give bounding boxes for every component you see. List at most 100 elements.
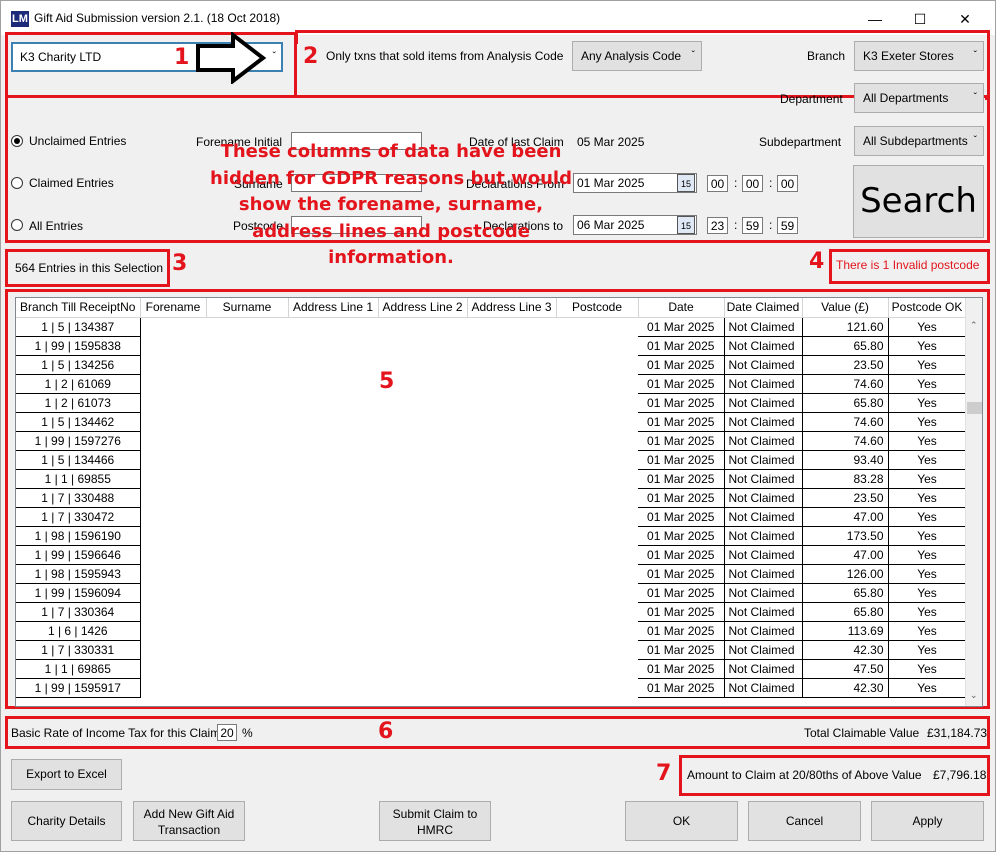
table-row[interactable]: 1 | 99 | 1595838 01 Mar 2025 Not Claimed 65…: [16, 336, 967, 356]
column-header[interactable]: Date: [638, 298, 725, 318]
radio-unclaimed[interactable]: [11, 135, 23, 147]
search-button[interactable]: Search: [853, 165, 984, 238]
chevron-down-icon[interactable]: ⌄: [970, 690, 978, 701]
maximize-icon[interactable]: ☐: [898, 7, 942, 31]
column-header[interactable]: Surname: [206, 298, 289, 318]
tax-rate-input[interactable]: 20: [217, 724, 237, 741]
table-row[interactable]: 1 | 2 | 61069 01 Mar 2025 Not Claimed 74.60…: [16, 374, 967, 394]
column-header[interactable]: Forename: [140, 298, 207, 318]
table-row[interactable]: 1 | 98 | 1596190 01 Mar 2025 Not Claimed 17…: [16, 526, 967, 546]
chevron-up-icon[interactable]: ⌃: [970, 320, 978, 331]
calendar-icon[interactable]: 15: [677, 174, 695, 192]
declarations-from-hours[interactable]: 00: [707, 175, 728, 192]
department-select[interactable]: All Departments ˇ: [854, 83, 984, 113]
tax-rate-label: Basic Rate of Income Tax for this Claim: [11, 726, 221, 740]
cancel-button[interactable]: Cancel: [748, 801, 861, 841]
charity-details-button[interactable]: Charity Details: [11, 801, 122, 841]
hidden-cell: [467, 659, 556, 678]
declarations-from-minutes[interactable]: 00: [742, 175, 763, 192]
hidden-cell: [378, 507, 467, 526]
table-row[interactable]: 1 | 1 | 69865 01 Mar 2025 Not Claimed 47.50…: [16, 659, 967, 679]
hidden-cell: [288, 678, 378, 697]
hidden-cell: [378, 317, 467, 336]
branch-select[interactable]: K3 Exeter Stores ˇ: [854, 41, 984, 71]
apply-button[interactable]: Apply: [871, 801, 984, 841]
minimize-icon[interactable]: —: [853, 7, 897, 31]
column-header[interactable]: Postcode OK: [888, 298, 967, 318]
hidden-cell: [556, 583, 638, 602]
gift-aid-window: LM Gift Aid Submission version 2.1. (18 …: [0, 0, 996, 852]
declarations-to-hours[interactable]: 23: [707, 217, 728, 234]
add-new-gift-aid-line1: Add New Gift Aid: [143, 807, 235, 821]
hidden-cell: [288, 640, 378, 659]
hidden-cell: [288, 488, 378, 507]
table-row[interactable]: 1 | 5 | 134466 01 Mar 2025 Not Claimed 93.4…: [16, 450, 967, 470]
receipt-cell: 1 | 7 | 330331: [16, 640, 141, 660]
export-to-excel-button[interactable]: Export to Excel: [11, 759, 122, 790]
close-icon[interactable]: ✕: [943, 7, 987, 31]
radio-claimed-label[interactable]: Claimed Entries: [29, 176, 114, 190]
analysis-code-select[interactable]: Any Analysis Code ˇ: [572, 41, 702, 71]
table-row[interactable]: 1 | 5 | 134387 01 Mar 2025 Not Claimed 121.…: [16, 317, 967, 337]
subdepartment-select[interactable]: All Subdepartments ˇ: [854, 126, 984, 156]
radio-all[interactable]: [11, 219, 23, 231]
postcode-ok-cell: Yes: [888, 602, 967, 622]
column-header[interactable]: Branch Till ReceiptNo: [16, 298, 141, 318]
hidden-cell: [140, 412, 206, 431]
table-row[interactable]: 1 | 7 | 330331 01 Mar 2025 Not Claimed 42.3…: [16, 640, 967, 660]
calendar-icon[interactable]: 15: [677, 216, 695, 234]
date-cell: 01 Mar 2025: [638, 507, 725, 527]
hidden-cell: [206, 678, 288, 697]
table-row[interactable]: 1 | 99 | 1596094 01 Mar 2025 Not Claimed 65…: [16, 583, 967, 603]
value-cell: 47.00: [802, 545, 889, 565]
ok-button[interactable]: OK: [625, 801, 738, 841]
table-row[interactable]: 1 | 1 | 69855 01 Mar 2025 Not Claimed 83.28…: [16, 469, 967, 489]
table-row[interactable]: 1 | 5 | 134462 01 Mar 2025 Not Claimed 74.6…: [16, 412, 967, 432]
table-row[interactable]: 1 | 99 | 1596646 01 Mar 2025 Not Claimed 47…: [16, 545, 967, 565]
table-row[interactable]: 1 | 5 | 134256 01 Mar 2025 Not Claimed 23.5…: [16, 355, 967, 375]
table-row[interactable]: 1 | 6 | 1426 01 Mar 2025 Not Claimed 113.69…: [16, 621, 967, 641]
hidden-cell: [206, 393, 288, 412]
date-claimed-cell: Not Claimed: [724, 564, 803, 584]
postcode-ok-cell: Yes: [888, 412, 967, 432]
date-cell: 01 Mar 2025: [638, 488, 725, 508]
table-row[interactable]: 1 | 7 | 330488 01 Mar 2025 Not Claimed 23.5…: [16, 488, 967, 508]
submit-claim-button[interactable]: Submit Claim to HMRC: [379, 801, 491, 841]
radio-unclaimed-label[interactable]: Unclaimed Entries: [29, 134, 126, 148]
declarations-to-value: 06 Mar 2025: [577, 218, 645, 232]
vertical-scrollbar[interactable]: ⌃ ⌄: [965, 298, 982, 706]
table-row[interactable]: 1 | 99 | 1595917 01 Mar 2025 Not Claimed 42…: [16, 678, 967, 698]
add-new-gift-aid-button[interactable]: Add New Gift Aid Transaction: [133, 801, 245, 841]
postcode-ok-cell: Yes: [888, 545, 967, 565]
column-header[interactable]: Address Line 3: [467, 298, 557, 318]
hidden-cell: [206, 602, 288, 621]
hidden-cell: [467, 336, 556, 355]
scrollbar-thumb[interactable]: [967, 402, 982, 414]
declarations-to-minutes[interactable]: 59: [742, 217, 763, 234]
column-header[interactable]: Address Line 1: [288, 298, 379, 318]
hidden-cell: [378, 659, 467, 678]
table-row[interactable]: 1 | 99 | 1597276 01 Mar 2025 Not Claimed 74…: [16, 431, 967, 451]
hidden-cell: [556, 640, 638, 659]
hidden-cell: [556, 621, 638, 640]
table-row[interactable]: 1 | 7 | 330472 01 Mar 2025 Not Claimed 47.0…: [16, 507, 967, 527]
hidden-cell: [556, 431, 638, 450]
column-header[interactable]: Value (£): [802, 298, 889, 318]
date-claimed-cell: Not Claimed: [724, 659, 803, 679]
radio-claimed[interactable]: [11, 177, 23, 189]
table-row[interactable]: 1 | 2 | 61073 01 Mar 2025 Not Claimed 65.80…: [16, 393, 967, 413]
time-colon: :: [734, 176, 738, 190]
column-header[interactable]: Address Line 2: [378, 298, 468, 318]
column-header[interactable]: Date Claimed: [724, 298, 803, 318]
table-row[interactable]: 1 | 98 | 1595943 01 Mar 2025 Not Claimed 12…: [16, 564, 967, 584]
receipt-cell: 1 | 1 | 69855: [16, 469, 141, 489]
table-row[interactable]: 1 | 7 | 330364 01 Mar 2025 Not Claimed 65.8…: [16, 602, 967, 622]
entries-table[interactable]: Branch Till ReceiptNo Forename Surname Addr…: [15, 297, 983, 707]
radio-all-label[interactable]: All Entries: [29, 219, 83, 233]
declarations-from-seconds[interactable]: 00: [777, 175, 798, 192]
hidden-cell: [206, 450, 288, 469]
column-header[interactable]: Postcode: [556, 298, 639, 318]
date-claimed-cell: Not Claimed: [724, 374, 803, 394]
declarations-to-seconds[interactable]: 59: [777, 217, 798, 234]
hidden-cell: [206, 431, 288, 450]
